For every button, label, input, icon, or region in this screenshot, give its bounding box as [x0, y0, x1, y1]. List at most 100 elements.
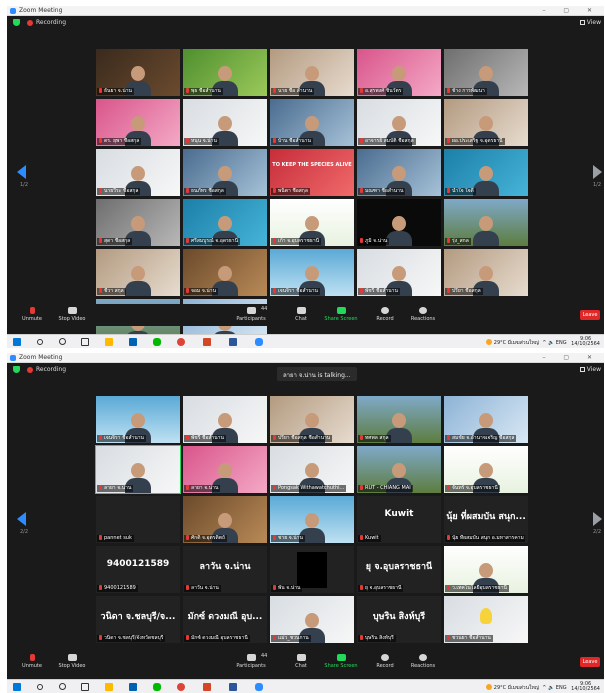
- participant-video-tile[interactable]: พัชรี ชื่อสำนาน: [357, 249, 441, 296]
- chat-button[interactable]: Chat: [279, 651, 323, 669]
- participant-video-tile[interactable]: สมชัย จ.อำนาจเจริญ ชื่อสกุล: [444, 396, 528, 443]
- weather-text[interactable]: 29°C มีเมฆส่วนใหญ่: [494, 685, 539, 691]
- line-app-icon[interactable]: [153, 338, 161, 346]
- participant-video-tile[interactable]: ศรีสมบูรณ์ จ.อุดรธานี: [183, 199, 267, 246]
- windows-start-icon[interactable]: [13, 683, 21, 691]
- task-view-icon[interactable]: [81, 338, 89, 346]
- window-controls[interactable]: – ▢ ✕: [542, 7, 600, 14]
- participant-video-tile[interactable]: ลายา จ.น่าน: [183, 446, 267, 493]
- participant-video-tile[interactable]: พัชรี ชื่อสำนาน: [183, 396, 267, 443]
- zoom-taskbar-icon[interactable]: [255, 683, 263, 691]
- prev-page-arrow-icon[interactable]: [17, 165, 26, 179]
- chrome-icon[interactable]: [177, 683, 185, 691]
- unmute-button[interactable]: Unmute: [10, 304, 54, 322]
- weather-sun-icon[interactable]: [485, 339, 492, 345]
- task-view-icon[interactable]: [81, 683, 89, 691]
- security-shield-icon[interactable]: [13, 366, 20, 373]
- weather-text[interactable]: 29°C มีเมฆส่วนใหญ่: [494, 340, 539, 346]
- clock[interactable]: 9:06 14/10/2564: [571, 337, 600, 347]
- participant-video-tile[interactable]: อาจารย์ สมบัติ ชื่อสกุล: [357, 99, 441, 146]
- word-icon[interactable]: [229, 338, 237, 346]
- view-button[interactable]: View: [579, 366, 601, 373]
- participant-video-tile[interactable]: pannet suk: [96, 496, 180, 543]
- participant-video-tile[interactable]: ชีวา สกุล: [96, 249, 180, 296]
- participant-video-tile[interactable]: หนุน จ.น่าน: [183, 99, 267, 146]
- participant-video-tile[interactable]: สุดา ชื่อสกุล: [96, 199, 180, 246]
- participant-video-tile[interactable]: เก้า จ.อุบลราชธานี: [270, 199, 354, 246]
- language-indicator[interactable]: ENG: [556, 340, 567, 346]
- participant-video-tile[interactable]: อ.สุรพงศ์ ชินวัตร: [357, 49, 441, 96]
- participant-video-tile[interactable]: Kuwit Kuwit: [357, 496, 441, 543]
- participant-video-tile[interactable]: RUT - CHIANG MAI: [357, 446, 441, 493]
- word-icon[interactable]: [229, 683, 237, 691]
- participant-video-tile[interactable]: นาย ชื่อ สำนาน: [270, 49, 354, 96]
- participant-video-tile[interactable]: น้ำใจ ใจดี: [444, 149, 528, 196]
- cortana-icon[interactable]: [59, 683, 66, 690]
- participant-video-tile[interactable]: บุษริน สิงห์บุรี บุษริน สิงห์บุรี: [357, 596, 441, 643]
- participant-video-tile[interactable]: พุธ ชื่อสำนาน: [183, 49, 267, 96]
- powerpoint-icon[interactable]: [203, 683, 211, 691]
- leave-button[interactable]: Leave: [580, 310, 600, 320]
- participant-video-tile[interactable]: ธันยา จ.น่าน: [96, 49, 180, 96]
- next-page-arrow-icon[interactable]: [593, 512, 602, 526]
- clock[interactable]: 9:06 14/10/2564: [571, 682, 600, 692]
- participant-video-tile[interactable]: ปรียา ชื่อสกุล: [444, 249, 528, 296]
- reactions-button[interactable]: Reactions: [401, 304, 445, 322]
- participant-video-tile[interactable]: ยุ จ.อุบลราชธานี ยุ จ.อุบลราชธานี: [357, 546, 441, 593]
- chat-button[interactable]: Chat: [279, 304, 323, 322]
- stop-video-button[interactable]: Stop Video: [50, 651, 94, 669]
- participant-video-tile[interactable]: ธนภัทร ชื่อสกุล: [183, 149, 267, 196]
- store-icon[interactable]: [129, 338, 137, 346]
- windows-start-icon[interactable]: [13, 338, 21, 346]
- powerpoint-icon[interactable]: [203, 338, 211, 346]
- participant-video-tile[interactable]: ผอ.ประเสริฐ จ.อุดรธานี: [444, 99, 528, 146]
- chrome-icon[interactable]: [177, 338, 185, 346]
- participant-video-tile[interactable]: จอม จ.น่าน: [183, 249, 267, 296]
- leave-button[interactable]: Leave: [580, 657, 600, 667]
- participant-video-tile[interactable]: เจนจิรา ชื่อสำนาน: [96, 396, 180, 443]
- weather-sun-icon[interactable]: [485, 684, 492, 690]
- participant-video-tile[interactable]: ชวนยา ชื่อสำนาน: [444, 596, 528, 643]
- file-explorer-icon[interactable]: [105, 683, 113, 691]
- window-controls[interactable]: – ▢ ✕: [542, 354, 600, 361]
- participant-video-tile[interactable]: 9400121589 9400121589: [96, 546, 180, 593]
- participant-video-tile[interactable]: แม่ว_ชวนกาน: [270, 596, 354, 643]
- store-icon[interactable]: [129, 683, 137, 691]
- participant-video-tile[interactable]: TO KEEP THE SPECIES ALIVE พนิตา ชื่อสกุล: [270, 149, 354, 196]
- zoom-taskbar-icon[interactable]: [255, 338, 263, 346]
- search-icon[interactable]: [37, 684, 43, 690]
- security-shield-icon[interactable]: [13, 19, 20, 26]
- line-app-icon[interactable]: [153, 683, 161, 691]
- participant-video-tile[interactable]: ว.เทคโนโลยีอุบลราชธานี: [444, 546, 528, 593]
- participant-video-tile[interactable]: เจนจิรา ชื่อสำนาน: [270, 249, 354, 296]
- participant-video-tile[interactable]: นุ้ย ที่ผสมบัน สนุก... นุ้ย ที่ผสมบัน สนุ…: [444, 496, 528, 543]
- share-screen-button[interactable]: Share Screen: [319, 304, 363, 322]
- language-indicator[interactable]: ENG: [556, 685, 567, 691]
- share-screen-button[interactable]: Share Screen: [319, 651, 363, 669]
- participant-video-tile[interactable]: ลาวัน จ.น่าน ลาวัน จ.น่าน: [183, 546, 267, 593]
- participant-video-tile[interactable]: ภูมิ จ.น่าน: [357, 199, 441, 246]
- participant-video-tile[interactable]: ปรียา ชื่อสกุล ชื่อสำนาน: [270, 396, 354, 443]
- reactions-button[interactable]: Reactions: [401, 651, 445, 669]
- participant-video-tile[interactable]: ทศพล สกุล: [357, 396, 441, 443]
- view-button[interactable]: View: [579, 19, 601, 26]
- file-explorer-icon[interactable]: [105, 338, 113, 346]
- participant-video-tile[interactable]: พัน จ.น่าน: [270, 546, 354, 593]
- participant-video-tile[interactable]: วนิดา จ.ชลบุรี/จ... วนิดา จ.ชลบุรี/จังหวั…: [96, 596, 180, 643]
- search-icon[interactable]: [37, 339, 43, 345]
- participant-video-tile[interactable]: ช้าง การพัฒนา: [444, 49, 528, 96]
- participant-video-tile[interactable]: ชาย จ.น่าน: [270, 496, 354, 543]
- unmute-button[interactable]: Unmute: [10, 651, 54, 669]
- participant-video-tile[interactable]: ดร. ยุพา ชื่อสกุล: [96, 99, 180, 146]
- participant-video-tile[interactable]: Pongsak Withawatchuthi...: [270, 446, 354, 493]
- participant-video-tile[interactable]: บ้าน ชื่อสำนาน: [270, 99, 354, 146]
- participant-video-tile[interactable]: มณฑา ชื่อสำนาน: [357, 149, 441, 196]
- participant-video-tile[interactable]: มักซ์ ดวงมณี อุบ... มักซ์ ดวงมณี อุบลราชธ…: [183, 596, 267, 643]
- participant-video-tile[interactable]: ลายา จ.น่าน: [95, 445, 181, 494]
- participant-video-tile[interactable]: จันทร์ จ.อุบลราชธานี: [444, 446, 528, 493]
- participant-video-tile[interactable]: ศักดิ์ จ.อุตรดิตถ์: [183, 496, 267, 543]
- next-page-arrow-icon[interactable]: [593, 165, 602, 179]
- participant-video-tile[interactable]: รุ่ง_สกล: [444, 199, 528, 246]
- participant-video-tile[interactable]: นายวีระ ชื่อสกุล: [96, 149, 180, 196]
- stop-video-button[interactable]: Stop Video: [50, 304, 94, 322]
